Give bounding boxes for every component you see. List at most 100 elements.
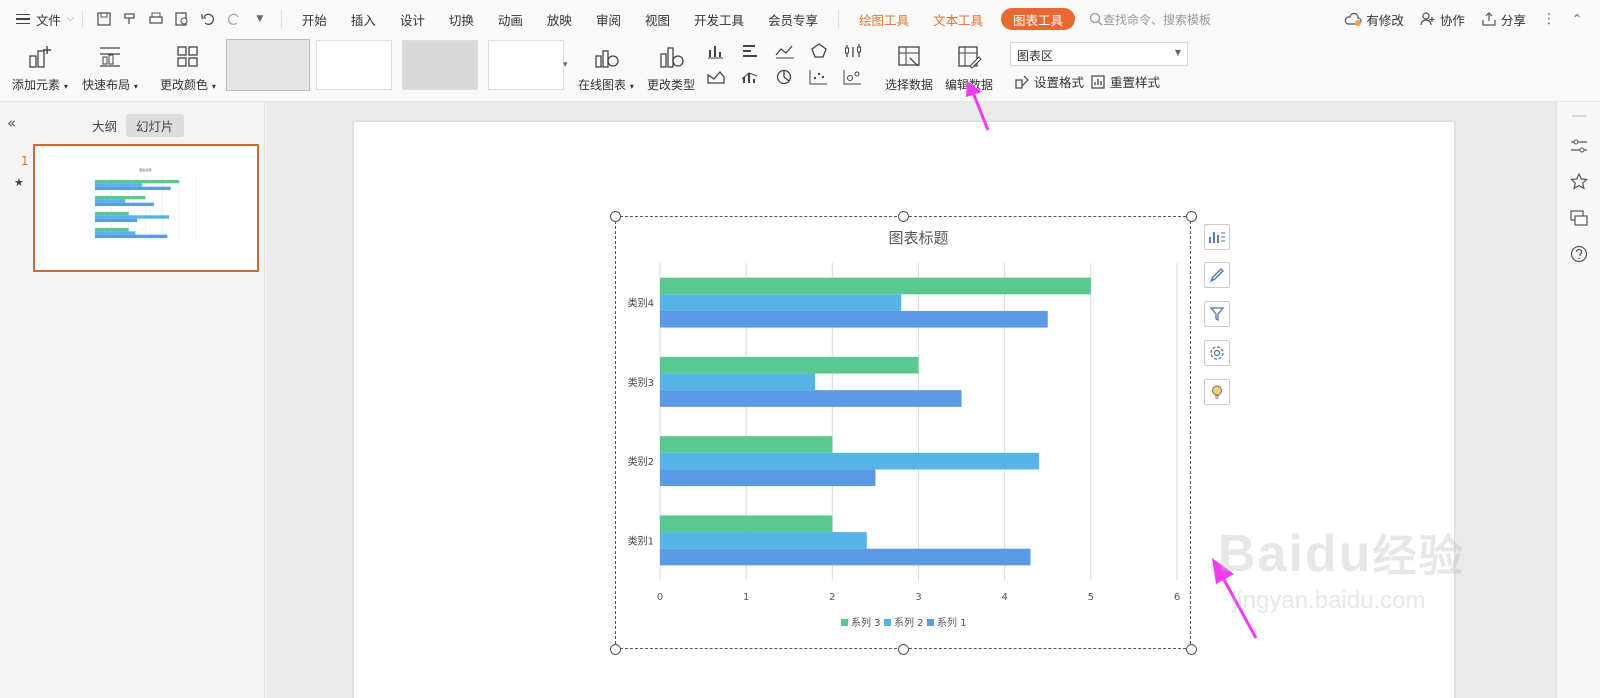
collapse-panel-icon[interactable]: « [7, 114, 16, 132]
legend-swatch [927, 619, 934, 626]
bar-chart-icon[interactable] [738, 40, 766, 62]
radar-chart-icon[interactable] [806, 40, 834, 62]
slide-thumbnail[interactable]: 图表标题 [33, 144, 259, 272]
tab-insert[interactable]: 插入 [339, 0, 388, 38]
resize-handle-se[interactable] [1186, 644, 1197, 655]
x-tick-label: 6 [1174, 592, 1180, 603]
resize-handle-s[interactable] [898, 644, 909, 655]
stock-chart-icon[interactable] [840, 40, 868, 62]
chart-style-4[interactable] [488, 40, 564, 90]
tab-review[interactable]: 审阅 [584, 0, 633, 38]
tab-developer[interactable]: 开发工具 [682, 0, 756, 38]
category-label: 类别4 [628, 297, 654, 310]
save-icon[interactable] [94, 9, 114, 29]
column-chart-icon[interactable] [704, 40, 732, 62]
property-sliders-icon[interactable] [1569, 136, 1589, 156]
file-menu[interactable]: 文件 ⌵ [0, 0, 74, 38]
add-element-button[interactable]: 添加元素 ▾ [12, 42, 68, 93]
x-tick-label: 2 [829, 592, 835, 603]
chart-title: 图表标题 [888, 229, 948, 247]
quick-layout-button[interactable]: 快速布局 ▾ [82, 42, 138, 93]
format-painter-icon[interactable] [120, 9, 140, 29]
smart-suggest-bulb-icon[interactable] [1204, 379, 1230, 405]
tab-transition[interactable]: 切换 [437, 0, 486, 38]
tab-drawing-tools[interactable]: 绘图工具 [847, 0, 921, 38]
chart-styles-more-icon[interactable]: ▾ [563, 60, 568, 70]
changes-button[interactable]: 有修改 [1344, 10, 1404, 29]
tab-slideshow[interactable]: 放映 [535, 0, 584, 38]
more-options-icon[interactable]: ⋮ [1542, 11, 1556, 27]
bar-chart[interactable]: 图表标题 0 1 2 3 4 5 6 类别1 类别2 类别3 类别4 系列 3 系列 2 系列 1 [616, 217, 1192, 650]
chart-settings-gear-icon[interactable] [1204, 340, 1230, 366]
collaborate-button[interactable]: 协作 [1420, 10, 1465, 29]
share-icon [1482, 12, 1496, 26]
bar-series-3-类别2 [95, 211, 129, 216]
animation-star-icon[interactable] [1569, 172, 1589, 192]
change-type-icon [656, 42, 686, 72]
reset-style-icon [1091, 74, 1105, 89]
set-format-button[interactable]: 设置格式 [1014, 72, 1084, 91]
more-quick-access-icon[interactable]: ▼ [250, 9, 270, 29]
bar-series-2-类别1 [95, 231, 136, 235]
edit-data-button[interactable]: 编辑数据 [945, 42, 993, 93]
set-format-label: 设置格式 [1034, 75, 1085, 90]
chart-style-1[interactable] [226, 39, 310, 91]
resize-handle-ne[interactable] [1186, 211, 1197, 222]
collapse-ribbon-icon[interactable]: ⌃ [1572, 12, 1582, 26]
chart-filter-icon[interactable] [1204, 301, 1230, 327]
chart-selection-frame[interactable]: 图表标题 0 1 2 3 4 5 6 类别1 类别2 类别3 类别4 系列 3 系列 2 系列 1 [610, 211, 1197, 655]
chart-element-select[interactable]: 图表区 ▼ [1010, 42, 1188, 66]
chart-style-brush-icon[interactable] [1204, 262, 1230, 288]
changes-label: 有修改 [1366, 12, 1404, 28]
divider [280, 10, 282, 28]
tab-animation[interactable]: 动画 [486, 0, 535, 38]
redo-icon[interactable] [224, 9, 244, 29]
x-tick-label: 4 [1001, 592, 1007, 603]
line-chart-icon[interactable] [772, 40, 800, 62]
bubble-chart-icon[interactable] [840, 66, 868, 88]
user-add-icon [1420, 12, 1435, 26]
change-color-button[interactable]: 更改颜色 ▾ [160, 42, 216, 93]
resize-handle-nw[interactable] [610, 211, 621, 222]
tab-outline[interactable]: 大纲 [82, 114, 127, 137]
chart-style-2[interactable] [316, 40, 392, 90]
scatter-chart-icon[interactable] [806, 66, 834, 88]
tab-slides[interactable]: 幻灯片 [126, 114, 184, 137]
slide-thumbnail-preview: 图表标题 [94, 167, 197, 241]
reset-style-button[interactable]: 重置样式 [1090, 72, 1160, 91]
online-chart-button[interactable]: 在线图表 ▾ [578, 42, 634, 93]
combo-chart-icon[interactable] [738, 66, 766, 88]
pie-chart-icon[interactable] [772, 66, 800, 88]
undo-icon[interactable] [198, 9, 218, 29]
resize-handle-sw[interactable] [610, 644, 621, 655]
slide-transition-icon[interactable] [1569, 208, 1589, 228]
share-button[interactable]: 分享 [1481, 10, 1526, 29]
hamburger-icon [16, 13, 30, 25]
select-data-button[interactable]: 选择数据 [885, 42, 933, 93]
search-icon [1089, 12, 1103, 26]
bar-series-3-类别3 [95, 195, 146, 200]
bar-series-3-类别3 [660, 356, 919, 374]
tab-text-tools[interactable]: 文本工具 [921, 0, 995, 38]
format-icon [1015, 75, 1029, 89]
category-label: 类别3 [628, 376, 654, 389]
tab-chart-tools[interactable]: 图表工具 [1001, 8, 1076, 30]
print-preview-icon[interactable] [172, 9, 192, 29]
tab-start[interactable]: 开始 [290, 0, 339, 38]
chart-style-3[interactable] [402, 40, 478, 90]
collaborate-label: 协作 [1439, 12, 1465, 28]
command-search[interactable]: 查找命令、搜索模板 [1089, 11, 1211, 28]
tab-member[interactable]: 会员专享 [756, 0, 830, 38]
sidebar-handle-icon[interactable] [1569, 106, 1589, 126]
help-icon[interactable] [1569, 244, 1589, 264]
print-icon[interactable] [146, 9, 166, 29]
bar-series-2-类别4 [660, 294, 902, 311]
bar-series-1-类别3 [660, 390, 962, 407]
area-chart-icon[interactable] [704, 66, 732, 88]
chart-elements-icon[interactable] [1204, 224, 1230, 250]
bar-series-3-类别4 [660, 277, 1091, 295]
tab-view[interactable]: 视图 [633, 0, 682, 38]
tab-design[interactable]: 设计 [388, 0, 437, 38]
change-type-button[interactable]: 更改类型 [647, 42, 695, 93]
resize-handle-n[interactable] [898, 211, 909, 222]
